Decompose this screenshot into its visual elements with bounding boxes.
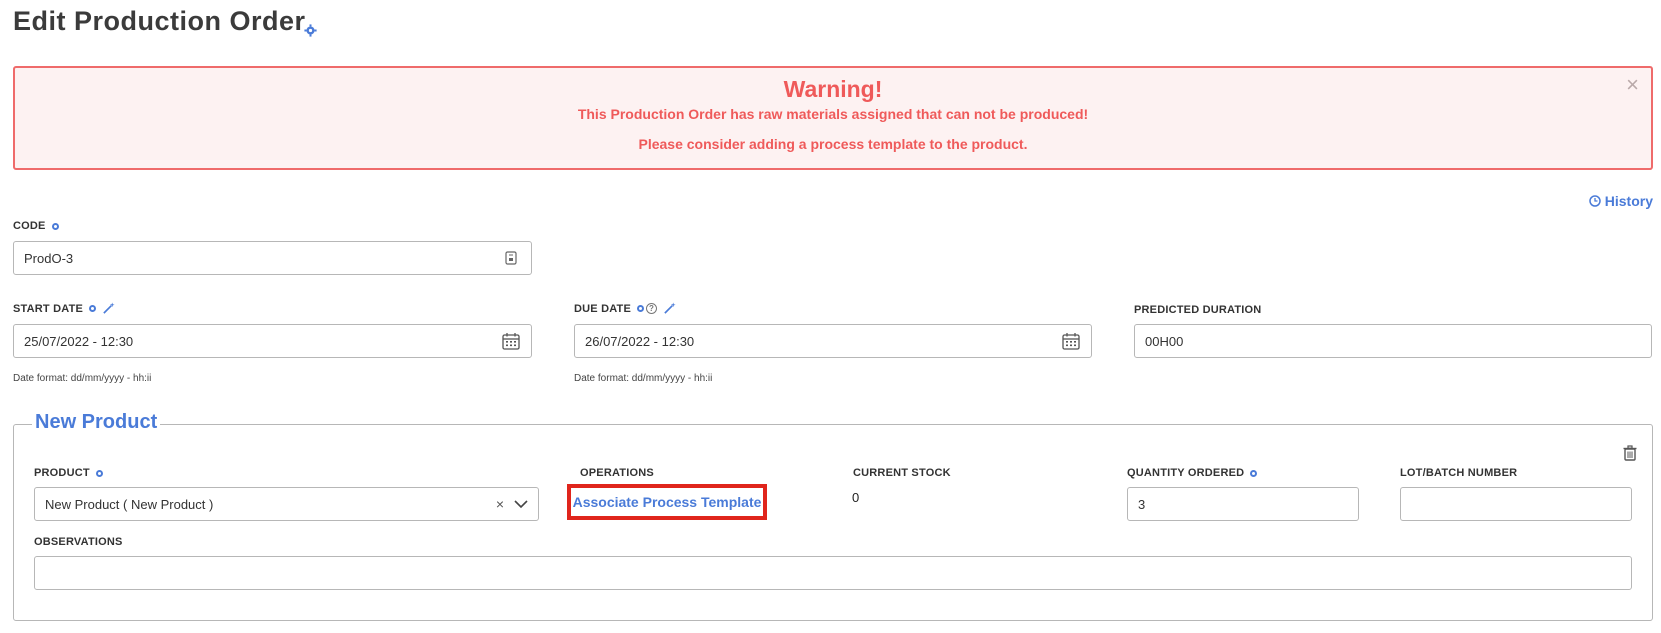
alert-message-raw-materials: This Production Order has raw materials … [577,106,1089,122]
observations-label: Observations [34,536,123,548]
calendar-icon[interactable] [501,331,521,351]
start-date-hint: Date format: dd/mm/yyyy - hh:ii [13,373,152,384]
start-date-value: 25/07/2022 - 12:30 [24,333,134,349]
gear-icon[interactable] [304,24,317,37]
code-label-text: Code [13,220,46,232]
chevron-down-icon[interactable] [514,499,528,509]
predicted-duration-input[interactable]: 00H00 [1134,324,1652,358]
current-stock-label-text: Current Stock [853,467,951,479]
start-date-label: Start Date [13,302,115,315]
product-label-text: Product [34,467,90,479]
clock-icon [1589,195,1601,207]
current-stock-value: 0 [852,490,860,505]
operations-label: Operations [580,467,654,479]
predicted-duration-label: Predicted Duration [1134,304,1261,316]
quantity-ordered-label-text: Quantity Ordered [1127,467,1245,479]
warning-alert: Warning! This Production Order has raw m… [13,66,1653,170]
page-title: Edit Production Order [13,6,306,36]
help-icon[interactable]: ? [646,303,658,314]
product-value: New Product ( New Product ) [45,496,214,512]
lot-batch-label: Lot/Batch Number [1400,467,1517,479]
predicted-duration-label-text: Predicted Duration [1134,304,1262,316]
predicted-duration-value: 00H00 [1145,333,1184,349]
associate-process-template-link[interactable]: Associate Process Template [567,484,767,520]
history-label: History [1604,193,1653,209]
trash-icon[interactable] [1622,445,1638,461]
due-date-input[interactable]: 26/07/2022 - 12:30 [574,324,1092,358]
start-date-label-text: Start Date [13,302,84,315]
due-date-label-text: Due Date [574,302,632,315]
barcode-icon[interactable] [501,248,521,268]
code-label: Code [13,220,59,232]
magic-wand-icon[interactable] [102,302,115,315]
code-input[interactable]: ProdO-3 [13,241,532,275]
due-date-hint: Date format: dd/mm/yyyy - hh:ii [574,373,713,384]
product-legend: New Product [32,411,161,434]
alert-message-template: Please consider adding a process templat… [638,136,1028,152]
due-date-value: 26/07/2022 - 12:30 [585,333,695,349]
start-date-input[interactable]: 25/07/2022 - 12:30 [13,324,532,358]
required-icon [1250,469,1258,477]
quantity-ordered-label: Quantity Ordered [1127,467,1258,479]
current-stock-label: Current Stock [853,467,951,479]
required-icon [89,305,97,312]
required-icon [51,222,59,230]
product-fieldset: New Product [13,411,1653,621]
magic-wand-icon[interactable] [663,302,676,315]
alert-title: Warning! [783,76,883,102]
observations-input[interactable] [34,556,1632,590]
quantity-ordered-input[interactable]: 3 [1127,487,1359,521]
history-link[interactable]: History [1589,193,1653,209]
observations-label-text: Observations [34,536,123,548]
lot-batch-label-text: Lot/Batch Number [1400,467,1518,479]
product-label: Product [34,467,103,479]
product-select[interactable]: New Product ( New Product ) × [34,487,539,521]
operations-label-text: Operations [580,467,654,479]
required-icon [95,469,103,477]
due-date-label: Due Date ? [574,302,676,315]
required-icon [637,305,645,312]
calendar-icon[interactable] [1061,331,1081,351]
clear-icon[interactable]: × [496,496,504,512]
code-value: ProdO-3 [24,250,74,266]
lot-batch-input[interactable] [1400,487,1632,521]
quantity-ordered-value: 3 [1138,496,1146,512]
close-icon[interactable]: × [1626,74,1639,96]
